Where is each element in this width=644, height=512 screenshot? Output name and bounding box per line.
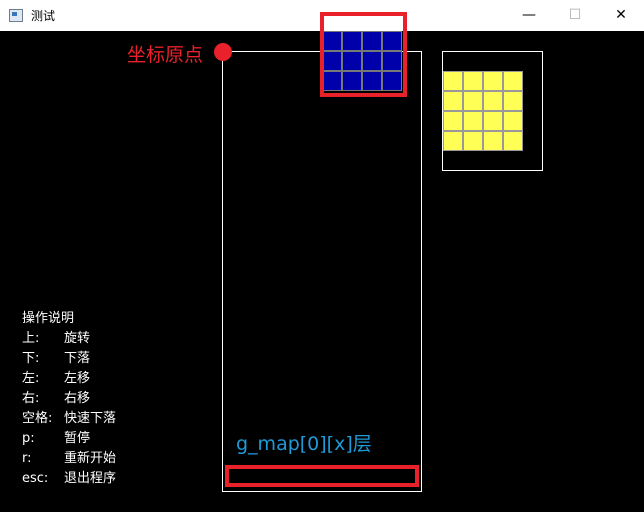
next-cell (463, 71, 483, 91)
help-action: 下落 (64, 351, 91, 366)
help-action: 暂停 (64, 431, 91, 446)
next-cell (503, 111, 523, 131)
help-key: r: (22, 451, 32, 466)
next-cell (443, 91, 463, 111)
help-key: 左: (22, 371, 40, 386)
help-key: esc: (22, 471, 49, 486)
help-row: 左: 左移 (22, 369, 116, 389)
next-cell (463, 111, 483, 131)
help-key: p: (22, 431, 35, 446)
help-row: 上: 旋转 (22, 329, 116, 349)
next-cell (503, 91, 523, 111)
next-cell (443, 71, 463, 91)
help-key: 空格: (22, 411, 53, 426)
help-key: 下: (22, 351, 40, 366)
maximize-button[interactable]: ☐ (552, 0, 598, 31)
help-action: 旋转 (64, 331, 91, 346)
next-cell (483, 71, 503, 91)
help-action: 快速下落 (64, 411, 117, 426)
help-row: 空格: 快速下落 (22, 409, 116, 429)
next-cell (483, 91, 503, 111)
help-title: 操作说明 (22, 311, 75, 326)
close-button[interactable]: ✕ (598, 0, 644, 31)
next-cell (443, 111, 463, 131)
help-action: 右移 (64, 391, 91, 406)
origin-label: 坐标原点 (127, 44, 204, 66)
next-cell (483, 111, 503, 131)
help-action: 重新开始 (64, 451, 117, 466)
help-key: 右: (22, 391, 40, 406)
next-cell (443, 131, 463, 151)
help-row: 下: 下落 (22, 349, 116, 369)
help-action: 退出程序 (64, 471, 117, 486)
next-cell (503, 71, 523, 91)
next-cell (463, 91, 483, 111)
layer-label: g_map[0][x]层 (236, 433, 372, 455)
help-row: r: 重新开始 (22, 449, 116, 469)
next-piece-grid (443, 71, 523, 151)
bottom-layer-highlight (225, 465, 419, 487)
game-board (222, 51, 422, 492)
app-icon (9, 9, 23, 22)
next-cell (463, 131, 483, 151)
window-title: 测试 (31, 9, 56, 23)
help-action: 左移 (64, 371, 91, 386)
minimize-button[interactable]: — (506, 0, 552, 31)
next-cell (483, 131, 503, 151)
help-row: esc: 退出程序 (22, 469, 116, 489)
app-window: 测试 — ☐ ✕ 坐标原点 g_map[0][x]层 操作说明 上: 旋转 下: 下… (0, 0, 644, 512)
help-row: p: 暂停 (22, 429, 116, 449)
controls-help: 操作说明 上: 旋转 下: 下落 左: 左移 右: 右移 空格: 快速下落 p: 暂停 r:… (22, 309, 116, 489)
help-row: 右: 右移 (22, 389, 116, 409)
spawn-area-highlight (320, 12, 407, 97)
next-cell (503, 131, 523, 151)
help-key: 上: (22, 331, 40, 346)
origin-dot (214, 43, 232, 61)
